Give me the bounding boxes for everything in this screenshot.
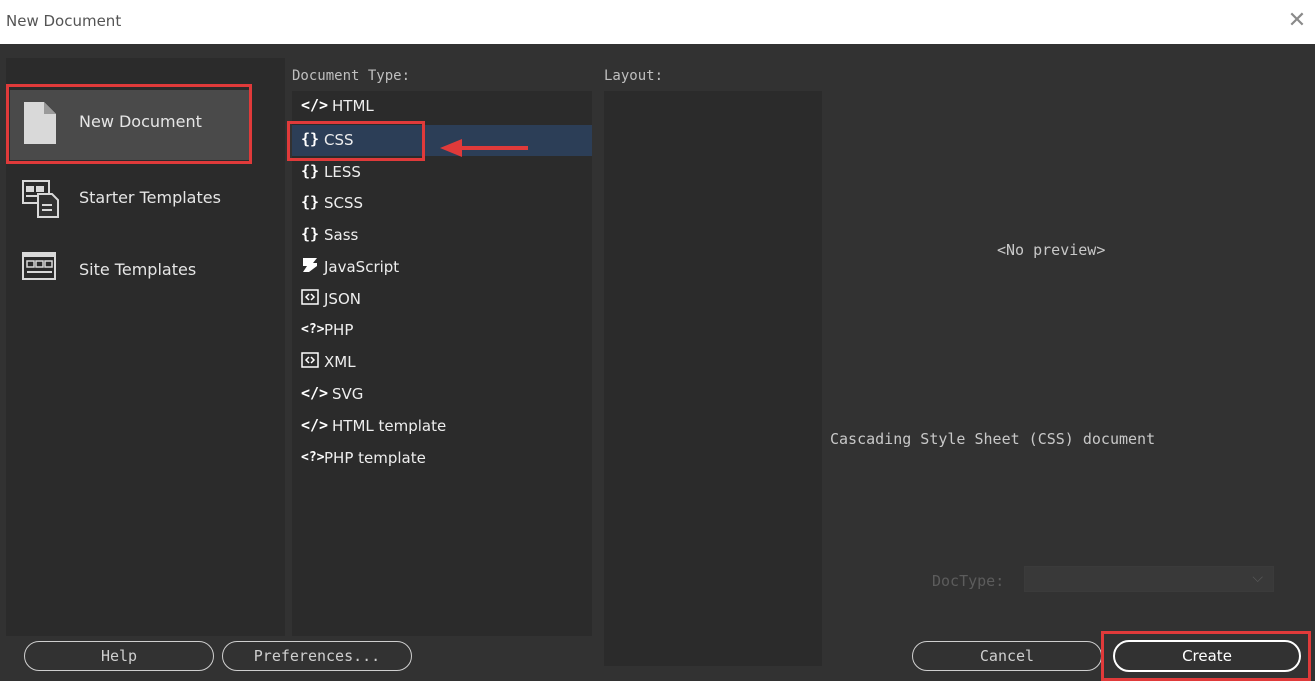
- doctype-label: DocType:: [932, 572, 1005, 590]
- doc-type-sass[interactable]: {} Sass: [292, 220, 592, 251]
- window-title: New Document: [6, 12, 122, 30]
- code-tag-icon: </>: [301, 96, 329, 114]
- document-type-list: </> HTML {} CSS {} LESS {} SCSS {} Sass …: [292, 91, 592, 636]
- cancel-button[interactable]: Cancel: [912, 641, 1102, 671]
- category-label: Site Templates: [79, 260, 197, 279]
- category-site-templates[interactable]: Site Templates: [6, 248, 285, 304]
- code-tag-icon: </>: [301, 384, 329, 402]
- doctype-select[interactable]: ⌵: [1024, 566, 1274, 592]
- doc-type-label: JavaScript: [324, 258, 400, 276]
- category-label: Starter Templates: [79, 188, 221, 207]
- doc-type-label: XML: [324, 353, 356, 371]
- doc-type-label: SVG: [332, 385, 364, 403]
- site-templates-icon: [22, 252, 56, 286]
- doc-type-html[interactable]: </> HTML: [292, 91, 592, 122]
- category-new-document[interactable]: New Document: [6, 88, 285, 160]
- preferences-button[interactable]: Preferences...: [222, 641, 412, 671]
- help-button[interactable]: Help: [24, 641, 214, 671]
- doc-type-label: PHP template: [324, 449, 426, 467]
- doc-type-scss[interactable]: {} SCSS: [292, 188, 592, 219]
- layout-list[interactable]: [604, 91, 822, 666]
- document-description: Cascading Style Sheet (CSS) document: [830, 430, 1156, 448]
- preview-placeholder: <No preview>: [997, 241, 1106, 259]
- doc-type-html-template[interactable]: </> HTML template: [292, 411, 592, 442]
- doc-type-label: LESS: [324, 163, 361, 181]
- code-tag-icon: </>: [301, 416, 329, 434]
- starter-templates-icon: [22, 178, 60, 222]
- doc-type-label: CSS: [324, 131, 354, 149]
- create-button[interactable]: Create: [1113, 640, 1301, 672]
- arrow-left-icon: [440, 138, 530, 163]
- blank-document-icon: [22, 100, 58, 150]
- doc-type-php[interactable]: <?> PHP: [292, 315, 592, 346]
- new-document-dialog: New Document Starter Templates Site Temp…: [0, 44, 1315, 681]
- title-bar: New Document ✕: [0, 0, 1315, 44]
- category-starter-templates[interactable]: Starter Templates: [6, 172, 285, 228]
- close-icon[interactable]: ✕: [1284, 8, 1310, 34]
- chevron-down-icon: ⌵: [1252, 569, 1263, 585]
- doc-type-xml[interactable]: XML: [292, 347, 592, 378]
- doc-type-label: HTML template: [332, 417, 447, 435]
- doc-type-svg[interactable]: </> SVG: [292, 379, 592, 410]
- document-type-label: Document Type:: [292, 68, 411, 84]
- category-panel: New Document Starter Templates Site Temp…: [6, 58, 285, 636]
- doc-type-label: HTML: [332, 97, 374, 115]
- doc-type-label: SCSS: [324, 194, 364, 212]
- layout-label: Layout:: [604, 68, 664, 84]
- doc-type-label: PHP: [324, 321, 354, 339]
- doc-type-label: JSON: [324, 290, 361, 308]
- category-label: New Document: [79, 112, 202, 131]
- doc-type-json[interactable]: JSON: [292, 284, 592, 315]
- doc-type-label: Sass: [324, 226, 359, 244]
- doc-type-php-template[interactable]: <?> PHP template: [292, 443, 592, 474]
- doc-type-javascript[interactable]: JavaScript: [292, 252, 592, 283]
